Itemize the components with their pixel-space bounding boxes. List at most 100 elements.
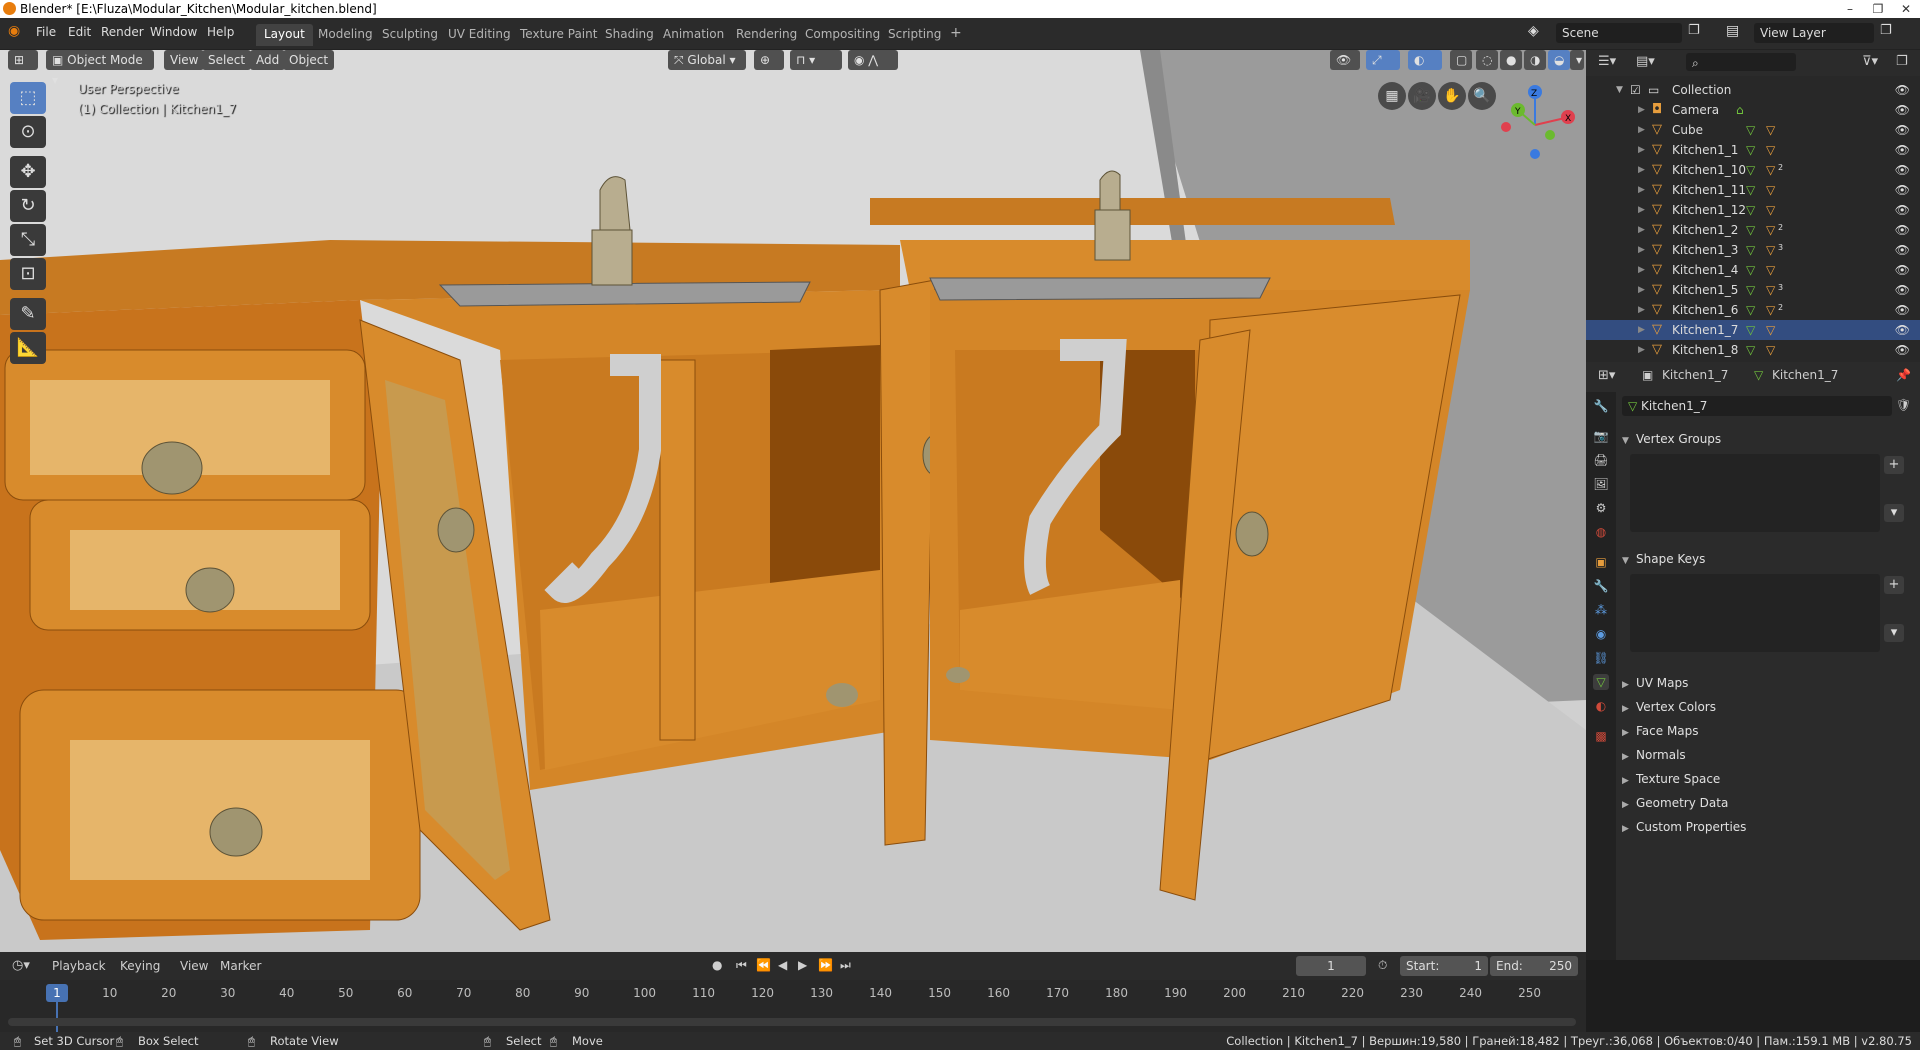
tab-layout[interactable]: Layout (256, 24, 313, 46)
eye-icon[interactable]: 👁 (1895, 120, 1910, 140)
outliner-editor-icon[interactable]: ☰▾ (1598, 54, 1616, 69)
outliner-item-label[interactable]: Kitchen1_10 (1672, 160, 1746, 180)
expand-icon[interactable]: ▶ (1638, 180, 1645, 200)
material-tab-icon[interactable]: ◐ (1593, 698, 1609, 714)
outliner-item-label[interactable]: Kitchen1_8 (1672, 340, 1738, 360)
outliner-item-label[interactable]: Kitchen1_7 (1672, 320, 1738, 340)
eye-icon[interactable]: 👁 (1895, 160, 1910, 180)
eye-icon[interactable]: 👁 (1895, 340, 1910, 360)
outliner-item-label[interactable]: Kitchen1_3 (1672, 240, 1738, 260)
menu-help[interactable]: Help (207, 25, 234, 39)
new-scene-icon[interactable]: ❐ (1688, 23, 1700, 38)
editor-type-icon[interactable]: ⊞ (8, 50, 38, 70)
material-icon[interactable]: ▽ (1766, 300, 1775, 320)
tab-rendering[interactable]: Rendering (728, 24, 805, 46)
tab-uv-editing[interactable]: UV Editing (440, 24, 519, 46)
expand-icon[interactable]: ▶ (1638, 280, 1645, 300)
checkbox-icon[interactable]: ☑ (1630, 80, 1641, 100)
expand-icon[interactable]: ▶ (1638, 160, 1645, 180)
timeline-menu-keying[interactable]: Keying (120, 959, 160, 973)
navigation-gizmo[interactable]: Z X Y (1490, 80, 1580, 170)
shape-keys-list[interactable] (1630, 574, 1880, 652)
timeline-menu-playback[interactable]: Playback (52, 959, 106, 973)
outliner-item-label[interactable]: Kitchen1_2 (1672, 220, 1738, 240)
tab-texture-paint[interactable]: Texture Paint (512, 24, 605, 46)
measure-tool-icon[interactable]: 📐 (10, 332, 46, 364)
outliner-item[interactable]: ▶ ▽ Kitchen1_3 ▽ ▽ 3 👁 (1586, 240, 1920, 260)
tab-modeling[interactable]: Modeling (310, 24, 381, 46)
xray-icon[interactable]: ▢ (1450, 50, 1472, 70)
display-mode-icon[interactable]: ▤▾ (1636, 54, 1655, 69)
scene-tab-icon[interactable]: ⚙ (1593, 500, 1609, 516)
visibility-icon[interactable]: 👁 (1330, 50, 1360, 70)
material-icon[interactable]: ▽ (1766, 140, 1775, 160)
viewport-menu-view[interactable]: View (164, 50, 205, 70)
expand-icon[interactable]: ▶ (1638, 220, 1645, 240)
material-icon[interactable]: ▽ (1766, 200, 1775, 220)
scene-icon[interactable]: ◈ (1528, 23, 1539, 39)
eye-icon[interactable]: 👁 (1895, 240, 1910, 260)
jump-start-icon[interactable]: ⏮ (736, 958, 747, 973)
filter-icon[interactable]: ⊽▾ (1862, 54, 1878, 69)
current-frame-field[interactable]: 1 (1296, 956, 1366, 976)
3d-viewport[interactable]: ⊞ ▣ Object Mode ▾ View Select Add Object… (0, 50, 1586, 952)
material-icon[interactable]: ▽ (1766, 120, 1775, 140)
view-layer-tab-icon[interactable]: 🖼 (1593, 476, 1609, 492)
outliner-item[interactable]: ▶ ▽ Kitchen1_6 ▽ ▽ 2 👁 (1586, 300, 1920, 320)
world-tab-icon[interactable]: ◍ (1593, 524, 1609, 540)
breadcrumb-object[interactable]: Kitchen1_7 (1662, 368, 1728, 382)
tool-tab-icon[interactable]: 🔧 (1593, 398, 1609, 414)
expand-icon[interactable]: ▶ (1638, 340, 1645, 360)
outliner-collection-row[interactable]: ▼ ☑ ▭ Collection 👁 (1586, 80, 1920, 100)
playhead-frame[interactable]: 1 (46, 984, 68, 1002)
material-icon[interactable]: ▽ (1766, 220, 1775, 240)
menu-file[interactable]: File (36, 25, 56, 39)
add-vertex-group-icon[interactable]: + (1884, 456, 1904, 474)
outliner-item-label[interactable]: Camera (1672, 100, 1719, 120)
mesh-icon[interactable]: ▽ (1746, 160, 1755, 180)
outliner-item[interactable]: ▶ ▽ Kitchen1_4 ▽ ▽ 👁 (1586, 260, 1920, 280)
eye-icon[interactable]: 👁 (1895, 320, 1910, 340)
overlays-toggle-icon[interactable]: ◐ (1408, 50, 1442, 70)
cursor-tool-icon[interactable]: ⊙ (10, 116, 46, 148)
expand-icon[interactable]: ▶ (1638, 100, 1645, 120)
fake-user-icon[interactable]: 🛡 (1896, 398, 1911, 412)
constraints-tab-icon[interactable]: ⛓ (1593, 650, 1609, 666)
mesh-icon[interactable]: ▽ (1746, 120, 1755, 140)
tab-animation[interactable]: Animation (655, 24, 732, 46)
material-icon[interactable]: ▽ (1766, 180, 1775, 200)
outliner-item[interactable]: ▶ ▽ Kitchen1_11 ▽ ▽ 👁 (1586, 180, 1920, 200)
snap-icon[interactable]: ⊓ ▾ (790, 50, 842, 70)
panel-uv-maps[interactable]: ▶ UV Maps (1622, 672, 1914, 694)
scale-tool-icon[interactable]: ⤡ (10, 224, 46, 256)
mesh-icon[interactable]: ▽ (1746, 200, 1755, 220)
outliner-item-label[interactable]: Kitchen1_6 (1672, 300, 1738, 320)
properties-editor-icon[interactable]: ⊞▾ (1598, 368, 1615, 383)
outliner-item-label[interactable]: Kitchen1_12 (1672, 200, 1746, 220)
outliner-item-label[interactable]: Kitchen1_4 (1672, 260, 1738, 280)
outliner-item[interactable]: ▶ ▽ Kitchen1_5 ▽ ▽ 3 👁 (1586, 280, 1920, 300)
outliner-item[interactable]: ▶ ▽ Kitchen1_10 ▽ ▽ 2 👁 (1586, 160, 1920, 180)
outliner-item[interactable]: ▶ ▽ Cube ▽ ▽ 👁 (1586, 120, 1920, 140)
eye-icon[interactable]: 👁 (1895, 200, 1910, 220)
expand-icon[interactable]: ▶ (1638, 140, 1645, 160)
add-workspace-icon[interactable]: + (942, 22, 970, 44)
camera-view-icon[interactable]: 🎥 (1408, 82, 1436, 110)
blender-menu-icon[interactable]: ◉ (8, 23, 20, 39)
outliner-item[interactable]: ▶ ▽ Kitchen1_8 ▽ ▽ 👁 (1586, 340, 1920, 360)
view-layer-field[interactable]: View Layer (1754, 23, 1874, 43)
mesh-icon[interactable]: ▽ (1746, 300, 1755, 320)
expand-icon[interactable]: ▶ (1638, 300, 1645, 320)
jump-end-icon[interactable]: ⏭ (840, 958, 851, 973)
tab-compositing[interactable]: Compositing (797, 24, 888, 46)
data-name-field[interactable]: ▽ Kitchen1_7 (1622, 396, 1892, 416)
particles-tab-icon[interactable]: ⁂ (1593, 602, 1609, 618)
material-icon[interactable]: ▽ (1766, 280, 1775, 300)
new-view-layer-icon[interactable]: ❐ (1880, 23, 1892, 38)
menu-window[interactable]: Window (150, 25, 197, 39)
panel-geometry-data[interactable]: ▶ Geometry Data (1622, 792, 1914, 814)
eye-icon[interactable]: 👁 (1895, 260, 1910, 280)
panel-vertex-colors[interactable]: ▶ Vertex Colors (1622, 696, 1914, 718)
clock-icon[interactable]: ⏱ (1378, 958, 1387, 973)
material-icon[interactable]: ▽ (1766, 340, 1775, 360)
